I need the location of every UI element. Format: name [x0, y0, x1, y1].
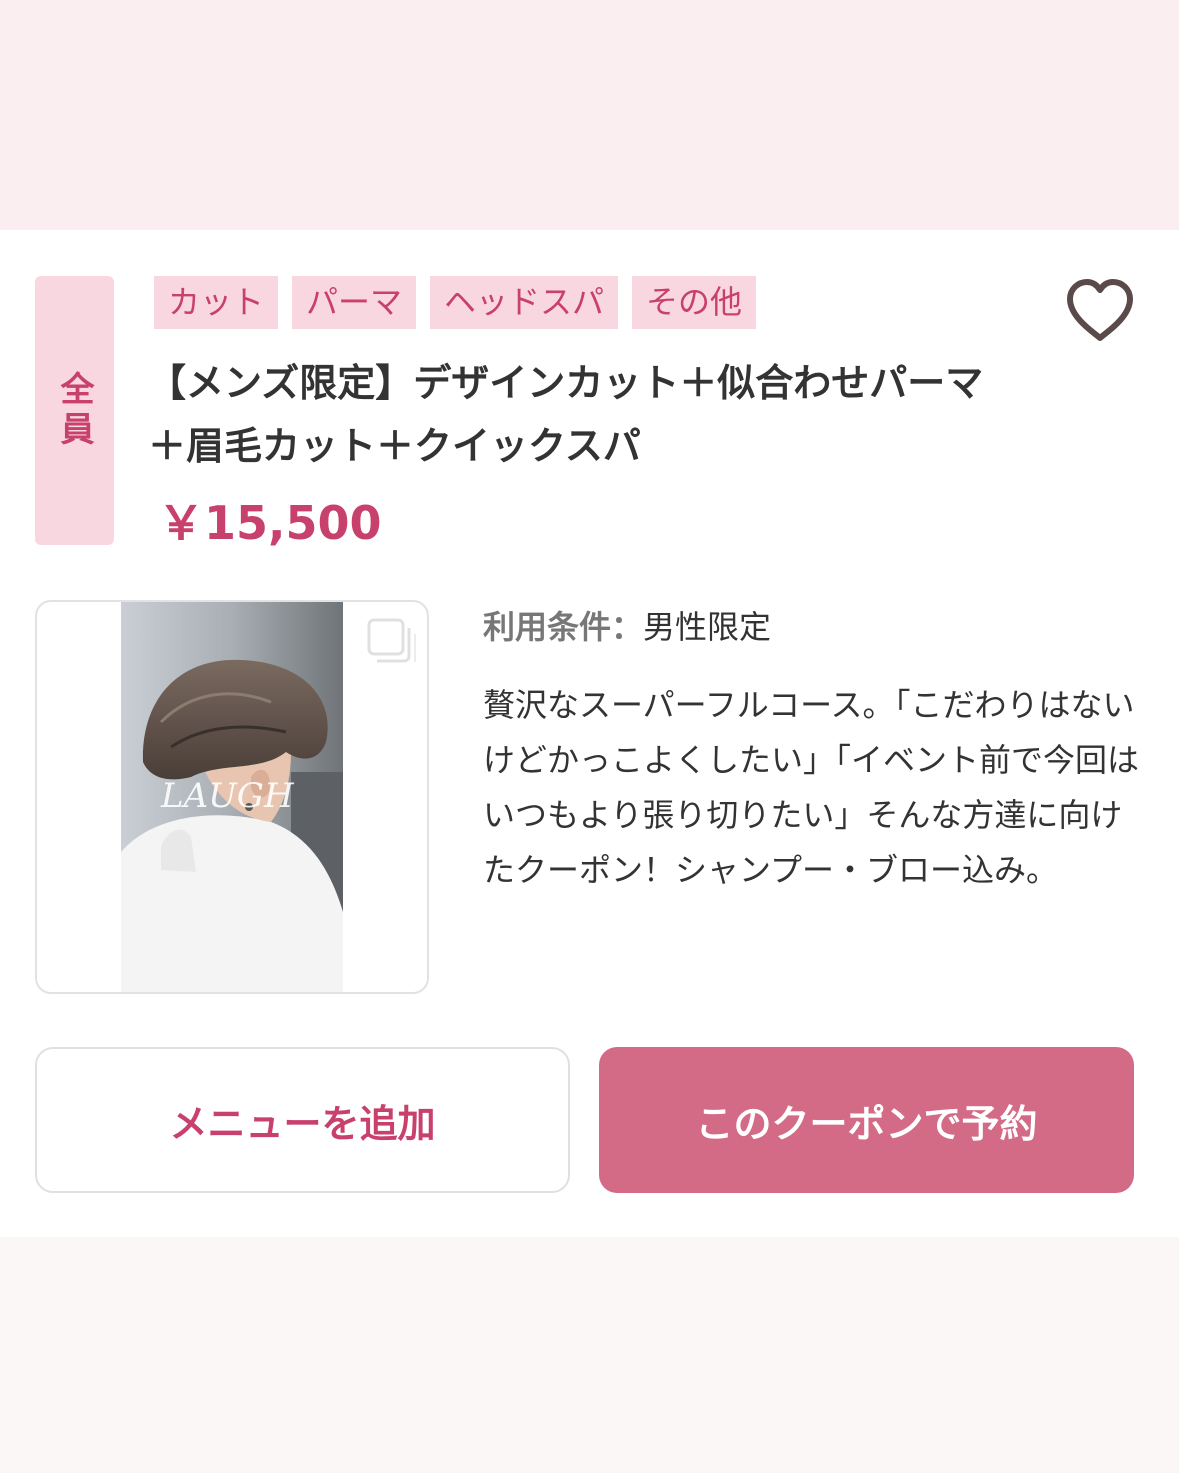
favorite-button[interactable]	[1062, 272, 1138, 348]
tag-headspa: ヘッドスパ	[430, 276, 619, 329]
reserve-coupon-button[interactable]: このクーポンで予約	[599, 1047, 1134, 1193]
conditions-label: 利用条件：	[483, 608, 644, 646]
tag-cut: カット	[154, 276, 279, 329]
coupon-description: 贅沢なスーパーフルコース。「こだわりはないけどかっこよくしたい」「イベント前で今…	[483, 686, 1140, 889]
top-spacer	[0, 0, 1179, 230]
target-label: 全員	[54, 370, 94, 451]
gallery-icon	[365, 616, 419, 666]
coupon-title-line2: ＋眉毛カット＋クイックスパ	[148, 424, 641, 468]
coupon-title: 【メンズ限定】デザインカット＋似合わせパーマ ＋眉毛カット＋クイックスパ	[148, 352, 1048, 478]
conditions-value: 男性限定	[643, 608, 772, 646]
coupon-card: 全員 カット パーマ ヘッドスパ その他 【メンズ限定】デザインカット＋似合わせ…	[0, 230, 1179, 1237]
heart-icon	[1067, 279, 1133, 341]
photo-caption: LAUGH	[160, 776, 295, 816]
hairstyle-photo: LAUGH	[121, 602, 343, 992]
target-badge: 全員	[35, 276, 114, 545]
bottom-spacer	[0, 1237, 1179, 1473]
coupon-photo[interactable]: LAUGH	[35, 600, 429, 994]
coupon-price: ￥15,500	[158, 496, 382, 550]
coupon-title-line1: 【メンズ限定】デザインカット＋似合わせパーマ	[148, 361, 984, 405]
category-tags: カット パーマ ヘッドスパ その他	[154, 276, 757, 329]
tag-perm: パーマ	[292, 276, 417, 329]
tag-other: その他	[632, 276, 757, 329]
add-menu-button[interactable]: メニューを追加	[35, 1047, 570, 1193]
usage-conditions: 利用条件：男性限定	[483, 602, 771, 648]
